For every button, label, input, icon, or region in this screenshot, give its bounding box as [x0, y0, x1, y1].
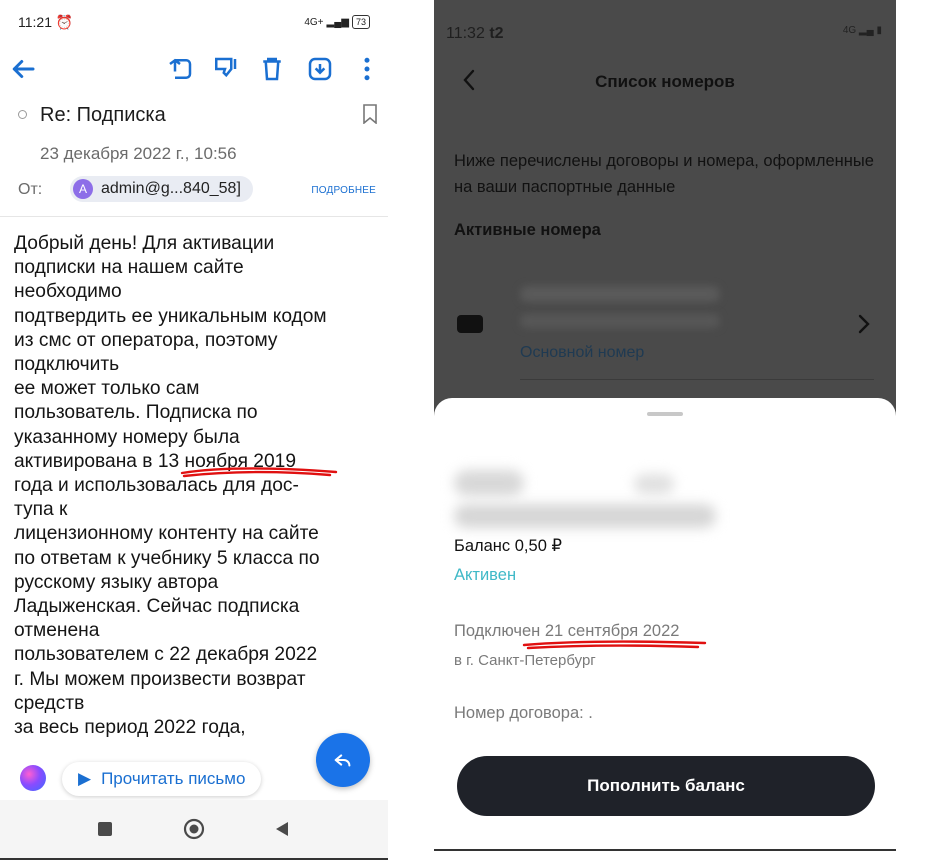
- divider: [0, 858, 388, 860]
- alarm-icon: ⏰: [55, 13, 74, 30]
- sender-row: От: A admin@g...840_58] ПОДРОБНЕЕ: [18, 176, 378, 204]
- body-line: пользователем с 22 декабря 2022: [14, 644, 318, 666]
- sheet-drag-handle[interactable]: [647, 412, 683, 416]
- status-time: 11:32: [446, 25, 485, 42]
- read-aloud-label: Прочитать письмо: [101, 769, 246, 788]
- contract-number: Номер договора: .: [454, 704, 593, 722]
- body-line: пользователь. Подписка по: [14, 402, 258, 424]
- primary-number-label: Основной номер: [520, 344, 645, 361]
- red-underline-annotation: [522, 640, 707, 650]
- back-arrow-icon[interactable]: [8, 54, 38, 84]
- body-line: подключить: [14, 354, 120, 376]
- battery-icon: 73: [351, 15, 370, 29]
- home-icon[interactable]: [183, 818, 205, 840]
- city-text: в г. Санкт-Петербург: [454, 652, 596, 669]
- sender-chip[interactable]: A admin@g...840_58]: [70, 176, 253, 202]
- assistant-orb-icon[interactable]: [20, 765, 46, 791]
- body-line: подтвердить ее уникальным кодом: [14, 305, 327, 327]
- delete-icon[interactable]: [257, 54, 287, 84]
- body-line: подписки на нашем сайте: [14, 257, 244, 279]
- body-line: русскому языку автора: [14, 571, 219, 593]
- carrier-label: t2: [489, 25, 504, 42]
- body-line: отменена: [14, 620, 100, 642]
- description-text: Ниже перечислены договоры и номера, офор…: [454, 152, 874, 196]
- move-icon[interactable]: [165, 54, 195, 84]
- number-details-sheet: Баланс 0,50 ₽ Активен Подключен 21 сентя…: [434, 398, 896, 838]
- number-list-item[interactable]: Основной номер: [454, 280, 874, 380]
- body-line: лицензионному контенту на сайте: [14, 523, 319, 545]
- status-bar: 11:21 ⏰ 4G+ ▂▄▆ 73: [18, 12, 370, 32]
- sender-address: admin@g...840_58]: [101, 180, 241, 197]
- body-line: из смс от оператора, поэтому: [14, 329, 278, 351]
- balance-text: Баланс 0,50 ₽: [454, 537, 562, 555]
- body-line: по ответам к учебнику 5 класса по: [14, 547, 320, 569]
- blurred-tariff: [454, 504, 716, 528]
- unread-dot-icon: [18, 110, 27, 119]
- body-line: указанному номеру была: [14, 426, 240, 448]
- status-time: 11:21: [18, 13, 52, 30]
- body-line: средств: [14, 692, 85, 714]
- red-underline-annotation: [180, 467, 338, 478]
- sim-card-icon: [457, 315, 483, 333]
- email-toolbar: [0, 52, 388, 86]
- back-nav-icon[interactable]: [273, 820, 291, 838]
- blurred-number: [520, 286, 720, 302]
- body-line: г. Мы можем произвести возврат: [14, 668, 306, 690]
- play-icon: ▶: [78, 769, 92, 788]
- read-aloud-button[interactable]: ▶ Прочитать письмо: [62, 762, 262, 796]
- email-subject: Re: Подписка: [40, 104, 166, 126]
- blurred-number: [454, 470, 524, 496]
- download-icon[interactable]: [305, 54, 335, 84]
- bookmark-icon[interactable]: [362, 104, 378, 125]
- divider: [434, 849, 896, 851]
- chevron-right-icon: [858, 314, 870, 334]
- page-title: Список номеров: [595, 72, 735, 91]
- signal-icon: 4G ▂▄ ▮: [842, 25, 882, 36]
- dimmed-background: 11:32 t2 4G ▂▄ ▮ Список номеров Ниже пер…: [434, 0, 896, 420]
- body-line: Ладыженская. Сейчас подписка: [14, 596, 300, 618]
- avatar: A: [73, 179, 93, 199]
- body-line: тупа к: [14, 499, 68, 521]
- numbers-screen: 11:32 t2 4G ▂▄ ▮ Список номеров Ниже пер…: [434, 0, 896, 852]
- active-numbers-heading: Активные номера: [454, 221, 601, 239]
- email-date: 23 декабря 2022 г., 10:56: [40, 144, 237, 163]
- reply-button[interactable]: [316, 733, 370, 787]
- body-line: необходимо: [14, 281, 122, 303]
- status-bar: 11:32 t2 4G ▂▄ ▮: [446, 25, 882, 43]
- divider: [0, 216, 388, 217]
- body-line: ее может только сам: [14, 378, 200, 400]
- details-link[interactable]: ПОДРОБНЕЕ: [311, 185, 376, 196]
- email-body: Добрый день! Для активации подписки на н…: [14, 232, 384, 740]
- report-icon[interactable]: [210, 54, 240, 84]
- reply-icon: [334, 754, 351, 767]
- blurred-tariff: [520, 314, 720, 328]
- signal-icon: 4G+ ▂▄▆ 73: [304, 15, 370, 29]
- more-vert-icon[interactable]: [352, 54, 382, 84]
- divider: [520, 379, 874, 380]
- from-label: От:: [18, 181, 43, 198]
- recents-icon[interactable]: [96, 820, 114, 838]
- blurred-icon: [634, 474, 674, 494]
- body-line: Добрый день! Для активации: [14, 233, 275, 254]
- system-nav-bar: [0, 800, 388, 858]
- email-subject-row: Re: Подписка: [18, 104, 378, 130]
- top-up-balance-button[interactable]: Пополнить баланс: [457, 756, 875, 816]
- status-badge: Активен: [454, 566, 517, 584]
- email-screen: 11:21 ⏰ 4G+ ▂▄▆ 73 Re: Подписка 23 декаб…: [0, 0, 388, 861]
